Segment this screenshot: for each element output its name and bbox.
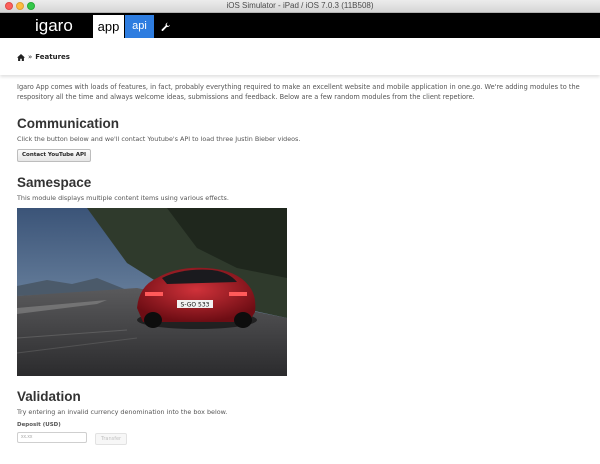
- contact-youtube-api-button[interactable]: Contact YouTube API: [17, 149, 92, 162]
- samespace-heading: Samespace: [17, 175, 92, 190]
- samespace-description: This module displays multiple content it…: [17, 194, 229, 202]
- breadcrumb-current: Features: [35, 53, 70, 61]
- tab-app[interactable]: app: [93, 15, 124, 38]
- home-icon[interactable]: [17, 53, 25, 61]
- samespace-image: S-GO 533: [17, 208, 287, 376]
- license-plate-text: S-GO 533: [181, 302, 210, 309]
- deposit-usd-input[interactable]: xx.xx: [17, 432, 87, 443]
- tools-button[interactable]: [157, 15, 175, 38]
- car-photo: S-GO 533: [17, 208, 287, 376]
- validation-description: Try entering an invalid currency denomin…: [17, 408, 228, 416]
- main-content: Igaro App comes with loads of features, …: [17, 82, 587, 445]
- breadcrumb-separator: »: [28, 53, 33, 61]
- communication-description: Click the button below and we'll contact…: [17, 135, 301, 143]
- window-title: iOS Simulator - iPad / iOS 7.0.3 (11B508…: [226, 1, 374, 10]
- breadcrumb-bar: » Features: [0, 38, 600, 75]
- breadcrumb: » Features: [17, 51, 70, 63]
- app-logo[interactable]: igaro: [35, 13, 73, 38]
- wrench-icon: [161, 22, 170, 31]
- validation-heading: Validation: [17, 389, 81, 404]
- intro-text: Igaro App comes with loads of features, …: [17, 83, 580, 101]
- transfer-button[interactable]: Transfer: [95, 433, 128, 445]
- simulator-title-bar: iOS Simulator - iPad / iOS 7.0.3 (11B508…: [0, 0, 600, 13]
- deposit-field-label: Deposit (USD): [17, 422, 61, 428]
- tab-api[interactable]: api: [125, 15, 154, 38]
- app-nav-bar: igaro app api: [0, 13, 600, 38]
- communication-heading: Communication: [17, 116, 120, 131]
